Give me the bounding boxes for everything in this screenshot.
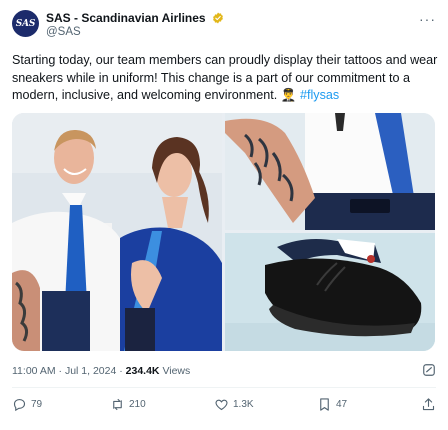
author-display-name[interactable]: SAS - Scandinavian Airlines [46, 11, 206, 25]
pilot-emoji: 👨‍✈️ [280, 88, 297, 102]
media-grid [12, 113, 435, 351]
views-count: 234.4K [125, 365, 160, 377]
tweet-date[interactable]: Jul 1, 2024 [65, 365, 116, 377]
avatar-logo-text: SAS [15, 18, 36, 29]
author-name[interactable]: SAS - Scandinavian Airlines [46, 11, 224, 25]
meta-separator: · [119, 365, 123, 377]
tweet-meta: 11:00 AM · Jul 1, 2024 · 234.4K Views [12, 365, 190, 377]
like-button[interactable]: 1.3K [214, 397, 254, 412]
tweet-time[interactable]: 11:00 AM [12, 365, 56, 377]
share-button[interactable] [421, 397, 436, 412]
meta-separator: · [58, 365, 63, 377]
views-label: Views [162, 365, 191, 377]
like-count: 1.3K [233, 399, 254, 410]
tweet-body: Starting today, our team members can pro… [12, 53, 438, 102]
reply-icon [13, 398, 26, 412]
hashtag-link[interactable]: #flysas [300, 88, 339, 102]
more-options-icon[interactable]: ··· [419, 11, 436, 27]
verified-badge-icon [213, 12, 223, 24]
bookmark-button[interactable]: 47 [317, 397, 347, 412]
repost-button[interactable]: 210 [110, 397, 146, 412]
share-icon [422, 398, 435, 411]
bookmark-count: 47 [336, 399, 348, 410]
bookmark-icon [320, 398, 329, 411]
heart-icon [215, 399, 228, 411]
repost-count: 210 [129, 399, 146, 410]
image-crew-members[interactable] [12, 113, 222, 351]
grok-icon[interactable] [422, 363, 436, 377]
image-tattooed-arm[interactable] [225, 113, 435, 230]
reply-button[interactable]: 79 [12, 397, 42, 412]
avatar[interactable]: SAS [12, 10, 39, 37]
tweet-header: SAS SAS - Scandinavian Airlines @SAS ··· [12, 9, 436, 39]
divider [12, 387, 436, 388]
author-handle[interactable]: @SAS [46, 26, 81, 38]
repost-icon [113, 398, 122, 411]
image-black-sneaker[interactable] [225, 233, 435, 351]
reply-count: 79 [31, 399, 43, 410]
tweet-text: Starting today, our team members can pro… [12, 52, 438, 105]
action-bar: 79 210 1.3K 47 [12, 397, 436, 417]
